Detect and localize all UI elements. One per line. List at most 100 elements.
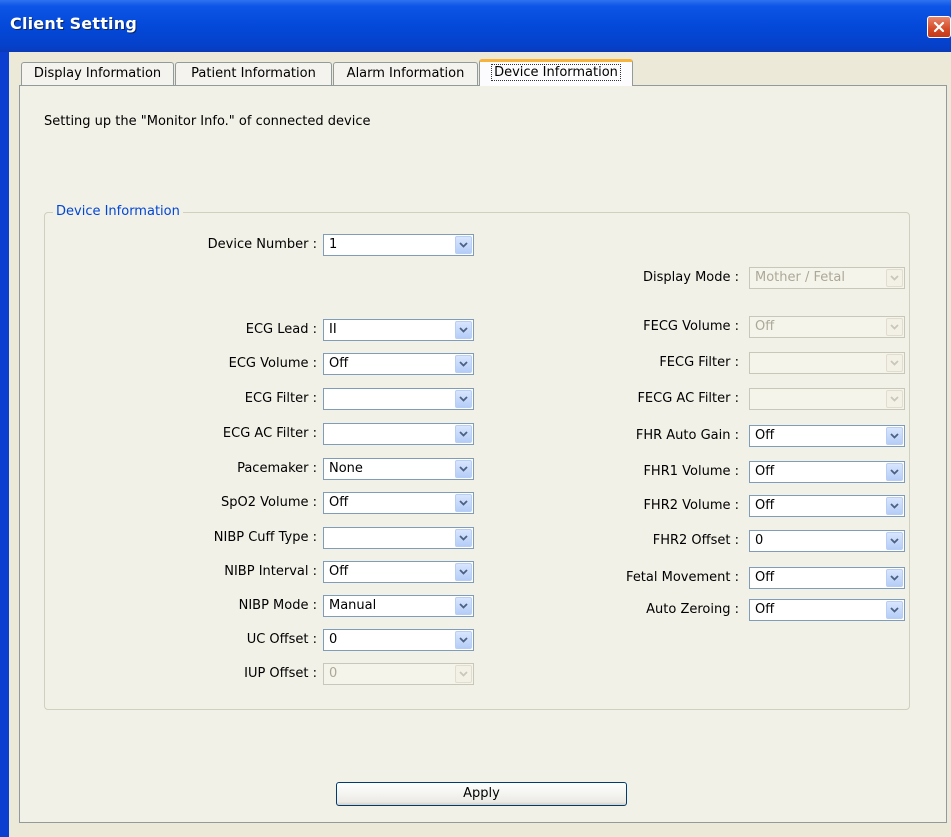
fhr2-volume-select[interactable]: Off xyxy=(749,495,905,517)
nibp-interval-label: NIBP Interval : xyxy=(224,564,317,579)
chevron-down-icon xyxy=(890,433,899,439)
display-mode-label: Display Mode : xyxy=(643,270,739,285)
chevron-down-icon xyxy=(459,431,468,437)
ecg-ac-filter-label: ECG AC Filter : xyxy=(222,426,317,441)
chevron-down-icon xyxy=(459,603,468,609)
dropdown-button[interactable] xyxy=(886,532,903,550)
chevron-down-icon xyxy=(890,275,899,281)
chevron-down-icon xyxy=(890,575,899,581)
ecg-volume-select[interactable]: Off xyxy=(323,353,474,375)
dropdown-button[interactable] xyxy=(455,236,472,254)
dropdown-button xyxy=(886,354,903,372)
selected-value: Mother / Fetal xyxy=(755,270,845,285)
fecg-volume-label: FECG Volume : xyxy=(643,319,739,334)
device-number-label: Device Number : xyxy=(207,237,317,252)
chevron-down-icon xyxy=(459,396,468,402)
iup-offset-select: 0 xyxy=(323,663,474,685)
selected-value: 0 xyxy=(329,632,338,647)
dropdown-button[interactable] xyxy=(455,529,472,547)
tab-label: Patient Information xyxy=(191,66,316,81)
dropdown-button[interactable] xyxy=(455,355,472,373)
dropdown-button[interactable] xyxy=(455,631,472,649)
display-mode-select: Mother / Fetal xyxy=(749,267,905,289)
nibp-interval-select[interactable]: Off xyxy=(323,561,474,583)
selected-value: Off xyxy=(755,319,775,334)
nibp-cuff-type-select[interactable] xyxy=(323,527,474,549)
tab-patient-information[interactable]: Patient Information xyxy=(175,62,332,85)
dropdown-button[interactable] xyxy=(455,597,472,615)
selected-value: Off xyxy=(755,428,775,443)
fhr-auto-gain-select[interactable]: Off xyxy=(749,425,905,447)
chevron-down-icon xyxy=(459,361,468,367)
chevron-down-icon xyxy=(890,538,899,544)
selected-value: Off xyxy=(329,495,349,510)
dropdown-button[interactable] xyxy=(886,497,903,515)
fecg-filter-label: FECG Filter : xyxy=(659,355,739,370)
chevron-down-icon xyxy=(459,242,468,248)
pacemaker-select[interactable]: None xyxy=(323,458,474,480)
close-button[interactable] xyxy=(927,16,951,38)
chevron-down-icon xyxy=(459,637,468,643)
chevron-down-icon xyxy=(890,607,899,613)
uc-offset-select[interactable]: 0 xyxy=(323,629,474,651)
chevron-down-icon xyxy=(890,469,899,475)
fhr1-volume-select[interactable]: Off xyxy=(749,461,905,483)
ecg-ac-filter-select[interactable] xyxy=(323,423,474,445)
selected-value: None xyxy=(329,461,363,476)
dropdown-button[interactable] xyxy=(455,425,472,443)
dropdown-button[interactable] xyxy=(455,494,472,512)
tab-device-information[interactable]: Device Information xyxy=(479,59,633,86)
device-information-panel: Setting up the "Monitor Info." of connec… xyxy=(19,85,947,823)
fetal-movement-select[interactable]: Off xyxy=(749,567,905,589)
chevron-down-icon xyxy=(459,466,468,472)
selected-value: Off xyxy=(755,602,775,617)
ecg-filter-select[interactable] xyxy=(323,388,474,410)
apply-button[interactable]: Apply xyxy=(336,782,627,806)
dropdown-button xyxy=(886,269,903,287)
tab-label: Display Information xyxy=(33,66,162,81)
dropdown-button[interactable] xyxy=(455,390,472,408)
fhr2-volume-label: FHR2 Volume : xyxy=(643,498,739,513)
dropdown-button[interactable] xyxy=(455,563,472,581)
selected-value: 1 xyxy=(329,237,338,252)
ecg-lead-select[interactable]: II xyxy=(323,319,474,341)
fecg-filter-select xyxy=(749,352,905,374)
tab-alarm-information[interactable]: Alarm Information xyxy=(333,62,478,85)
dropdown-button xyxy=(886,318,903,336)
dropdown-button[interactable] xyxy=(886,601,903,619)
ecg-lead-label: ECG Lead : xyxy=(245,322,317,337)
tab-display-information[interactable]: Display Information xyxy=(21,62,174,85)
fetal-movement-label: Fetal Movement : xyxy=(626,570,739,585)
nibp-mode-select[interactable]: Manual xyxy=(323,595,474,617)
title-bar[interactable]: Client Setting xyxy=(0,0,951,52)
chevron-down-icon xyxy=(459,535,468,541)
fhr2-offset-select[interactable]: 0 xyxy=(749,530,905,552)
nibp-mode-label: NIBP Mode : xyxy=(238,598,317,613)
client-setting-window: Client Setting Display Information Patie… xyxy=(0,0,951,837)
chevron-down-icon xyxy=(459,671,468,677)
selected-value: Off xyxy=(329,356,349,371)
pacemaker-label: Pacemaker : xyxy=(237,461,317,476)
dropdown-button[interactable] xyxy=(455,460,472,478)
fhr-auto-gain-label: FHR Auto Gain : xyxy=(635,428,739,443)
chevron-down-icon xyxy=(459,500,468,506)
tab-label: Device Information xyxy=(491,64,621,81)
auto-zeroing-label: Auto Zeroing : xyxy=(646,602,739,617)
nibp-cuff-type-label: NIBP Cuff Type : xyxy=(213,530,317,545)
dropdown-button[interactable] xyxy=(455,321,472,339)
dropdown-button[interactable] xyxy=(886,463,903,481)
dropdown-button xyxy=(455,665,472,683)
uc-offset-label: UC Offset : xyxy=(246,632,317,647)
device-number-select[interactable]: 1 xyxy=(323,234,474,256)
fecg-volume-select: Off xyxy=(749,316,905,338)
selected-value: Off xyxy=(755,498,775,513)
auto-zeroing-select[interactable]: Off xyxy=(749,599,905,621)
panel-description: Setting up the "Monitor Info." of connec… xyxy=(44,114,371,129)
window-title: Client Setting xyxy=(10,14,137,33)
chevron-down-icon xyxy=(890,360,899,366)
dropdown-button[interactable] xyxy=(886,427,903,445)
spo2-volume-select[interactable]: Off xyxy=(323,492,474,514)
dropdown-button[interactable] xyxy=(886,569,903,587)
selected-value: Off xyxy=(755,464,775,479)
fecg-ac-filter-label: FECG AC Filter : xyxy=(637,391,739,406)
